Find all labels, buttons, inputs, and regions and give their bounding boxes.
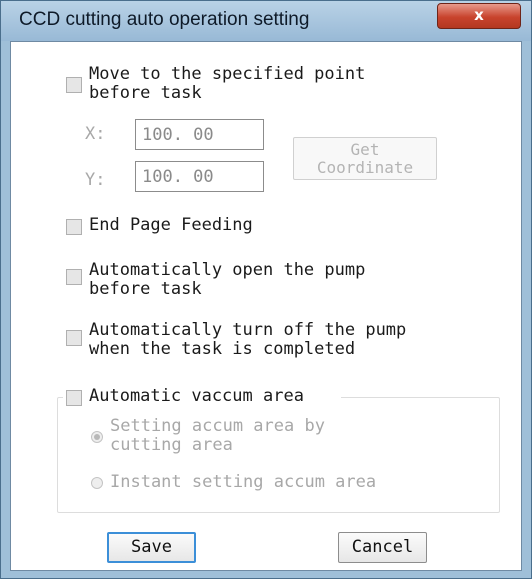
close-button[interactable]: x xyxy=(437,3,521,29)
title-bar: CCD cutting auto operation setting x xyxy=(1,1,531,41)
end-page-feeding-label: End Page Feeding xyxy=(89,215,253,235)
move-to-point-label: Move to the specified point before task xyxy=(89,64,366,103)
x-coordinate-input[interactable]: 100. 00 xyxy=(135,119,264,150)
radio-instant-setting[interactable] xyxy=(91,477,103,489)
get-coordinate-button[interactable]: Get Coordinate xyxy=(293,137,437,180)
close-icon: x xyxy=(474,6,484,24)
window-title: CCD cutting auto operation setting xyxy=(19,9,310,30)
x-label: X: xyxy=(85,124,106,144)
open-pump-label: Automatically open the pump before task xyxy=(89,260,366,299)
automatic-vacuum-label: Automatic vaccum area xyxy=(89,386,304,406)
vacuum-group xyxy=(57,397,500,513)
automatic-vacuum-checkbox[interactable] xyxy=(66,390,82,406)
radio-by-cutting-area[interactable] xyxy=(91,431,103,443)
radio-by-cutting-area-label: Setting accum area by cutting area xyxy=(110,416,325,455)
open-pump-checkbox[interactable] xyxy=(66,269,82,285)
y-coordinate-input[interactable]: 100. 00 xyxy=(135,161,264,192)
dialog-body: Move to the specified point before task … xyxy=(10,41,522,571)
save-button[interactable]: Save xyxy=(107,532,196,563)
cancel-button[interactable]: Cancel xyxy=(338,532,427,563)
end-page-feeding-checkbox[interactable] xyxy=(66,219,82,235)
dialog-window: CCD cutting auto operation setting x Mov… xyxy=(0,0,532,579)
turn-off-pump-checkbox[interactable] xyxy=(66,330,82,346)
turn-off-pump-label: Automatically turn off the pump when the… xyxy=(89,320,407,359)
move-to-point-checkbox[interactable] xyxy=(66,77,82,93)
y-label: Y: xyxy=(85,170,106,190)
radio-instant-setting-label: Instant setting accum area xyxy=(110,472,377,492)
